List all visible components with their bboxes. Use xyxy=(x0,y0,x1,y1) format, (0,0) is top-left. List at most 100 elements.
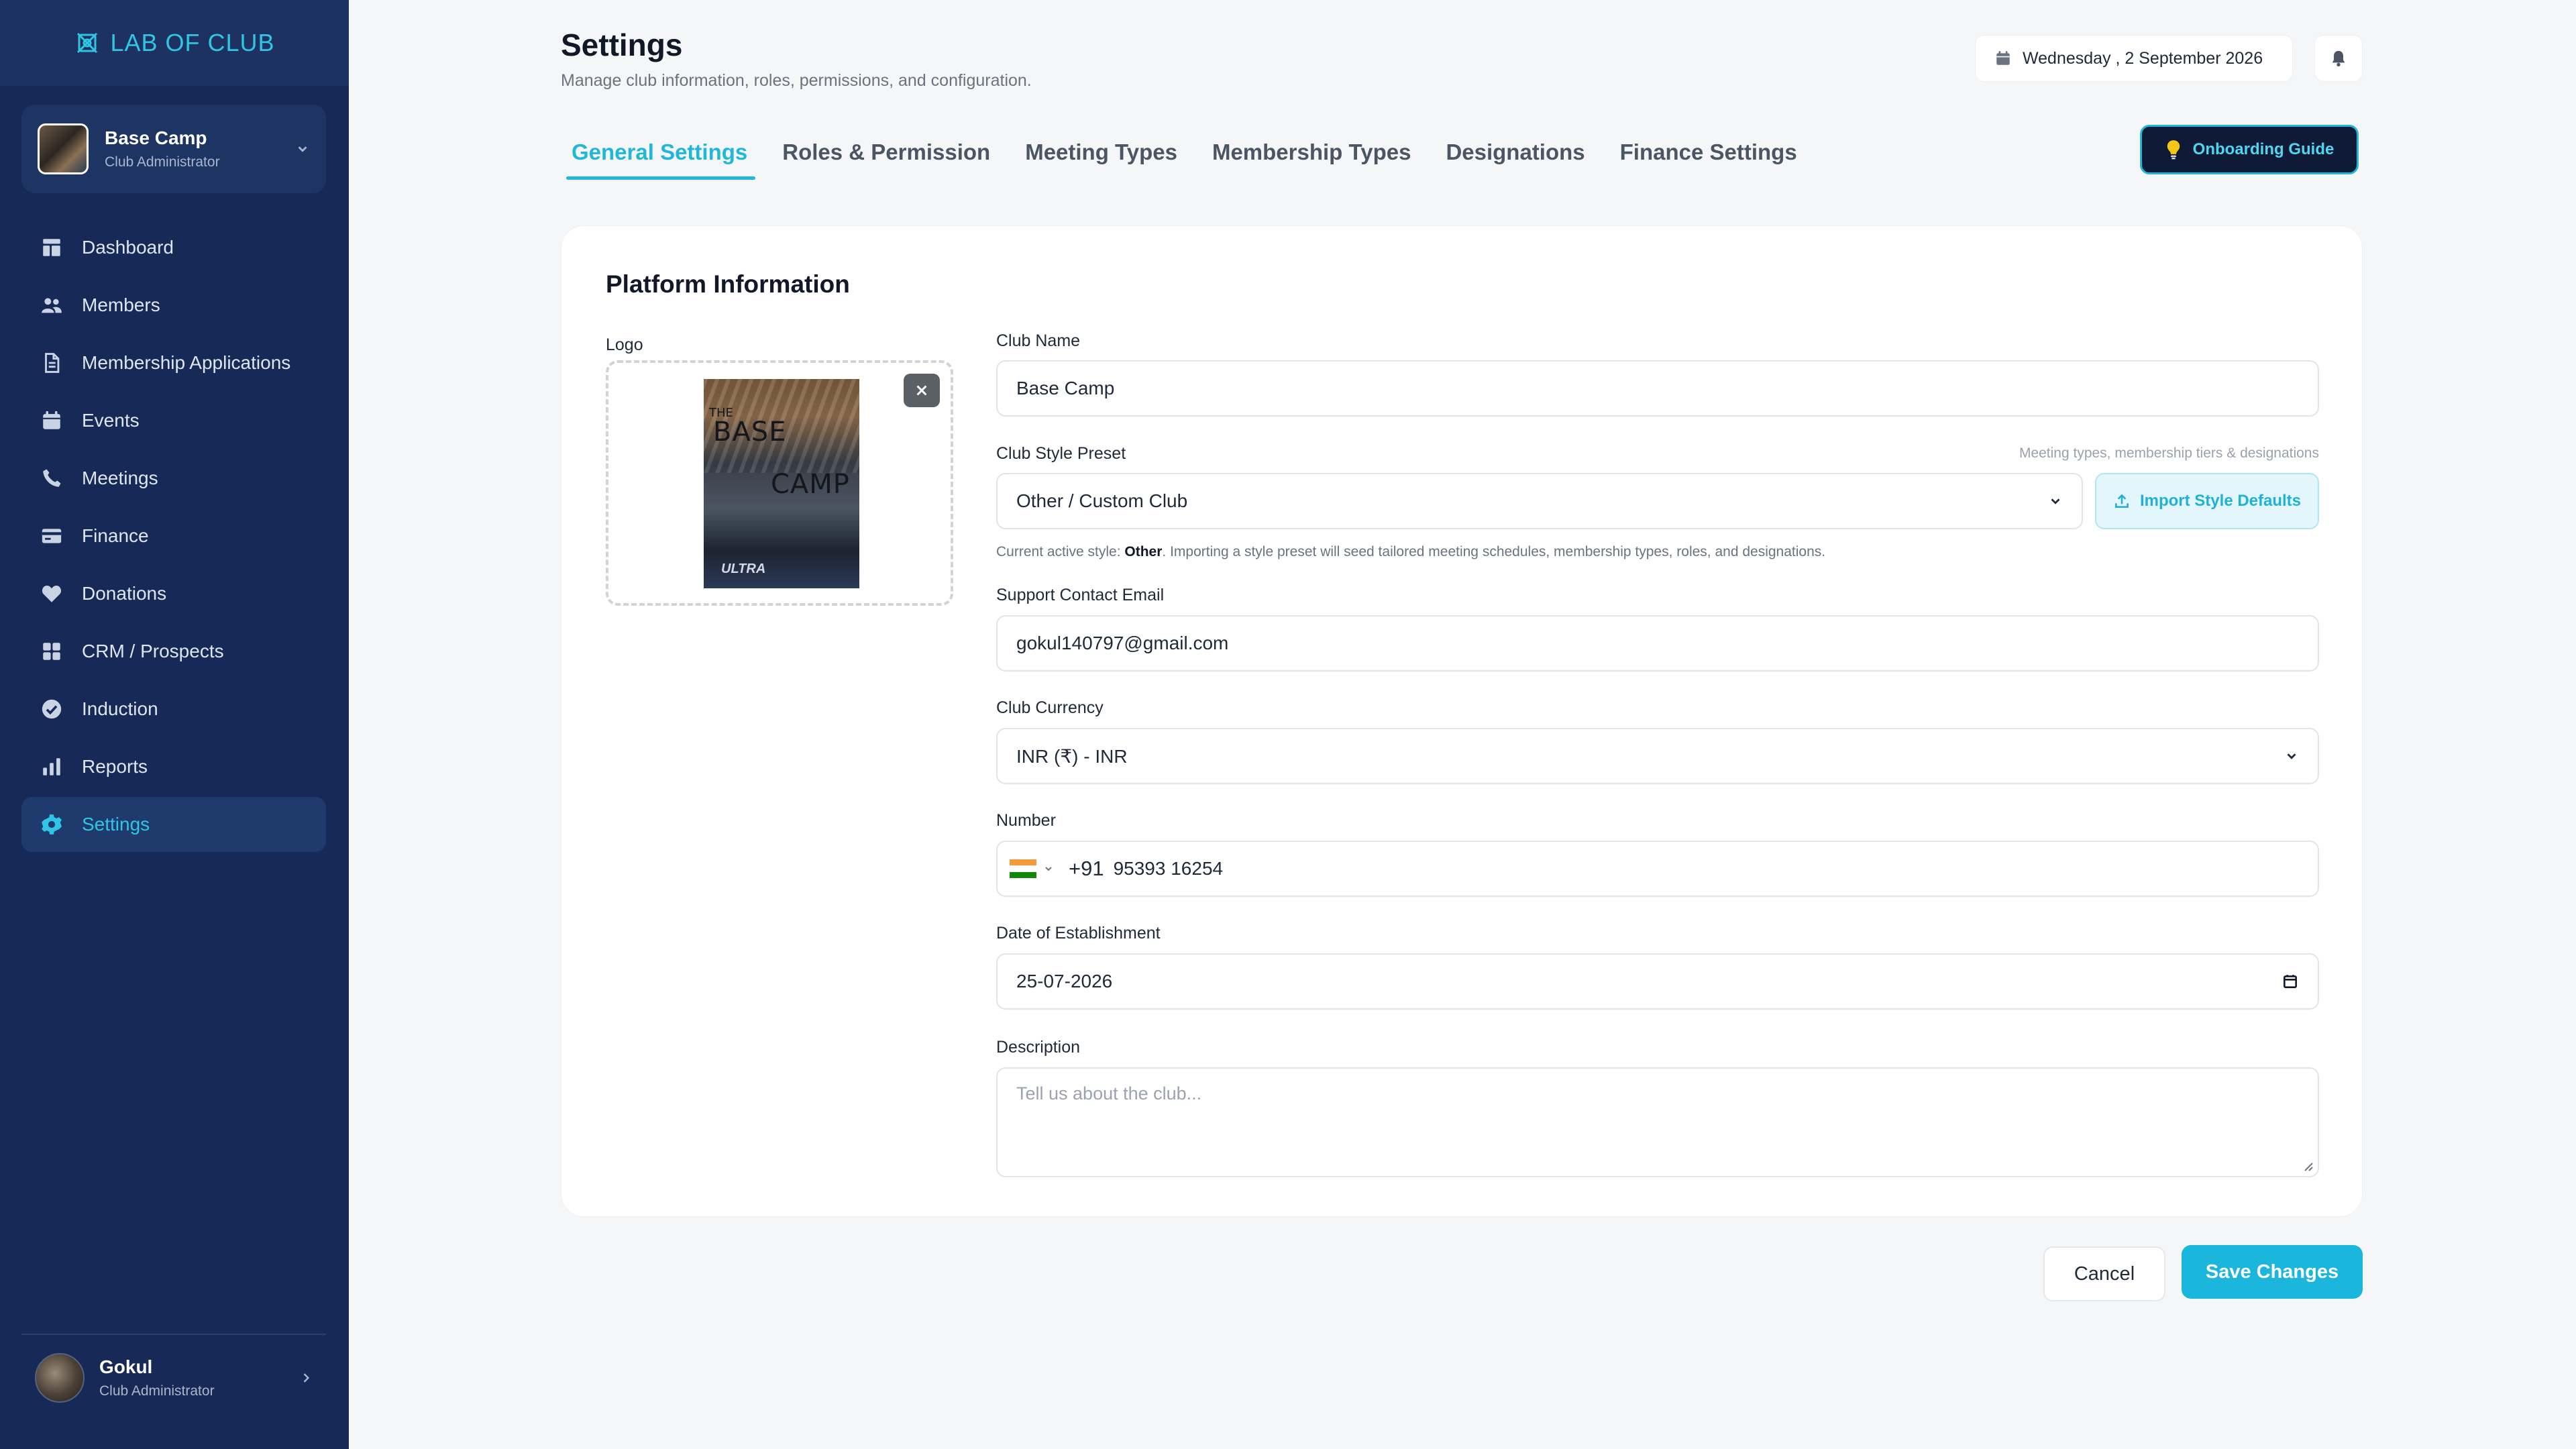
club-currency-value: INR (₹) - INR xyxy=(1016,745,1128,767)
brand-logo[interactable]: LAB OF CLUB xyxy=(0,0,349,86)
dashboard-icon xyxy=(43,239,60,256)
gear-icon xyxy=(42,814,62,835)
brand-name: LAB OF CLUB xyxy=(110,29,275,56)
save-changes-button[interactable]: Save Changes xyxy=(2182,1245,2363,1299)
chevron-down-icon xyxy=(2287,753,2296,759)
club-style-preset-label: Club Style Preset xyxy=(996,444,1126,463)
brand-mark-icon xyxy=(77,32,98,54)
phone-number-value: 95393 16254 xyxy=(1113,858,1224,879)
onboarding-guide-label: Onboarding Guide xyxy=(2192,140,2334,158)
calendar-icon xyxy=(1996,51,2010,65)
sidebar-item-label: CRM / Prospects xyxy=(82,641,224,661)
country-code-select[interactable] xyxy=(1010,859,1054,879)
club-name-input[interactable]: Base Camp xyxy=(996,360,2319,417)
calendar-icon[interactable] xyxy=(2282,973,2299,990)
active-style-name: Other xyxy=(1124,544,1163,559)
sidebar-item-meetings[interactable]: Meetings xyxy=(21,451,326,506)
user-name: Gokul xyxy=(99,1356,153,1377)
dial-code: +91 xyxy=(1069,857,1104,880)
chevron-down-icon xyxy=(1045,867,1052,871)
sidebar-item-settings[interactable]: Settings xyxy=(21,797,326,852)
chevron-down-icon xyxy=(298,146,307,152)
support-email-label: Support Contact Email xyxy=(996,586,1165,604)
sidebar-item-donations[interactable]: Donations xyxy=(21,566,326,621)
import-style-defaults-label: Import Style Defaults xyxy=(2139,492,2302,510)
sidebar-item-members[interactable]: Members xyxy=(21,278,326,333)
page-subtitle: Manage club information, roles, permissi… xyxy=(561,71,1032,90)
tab-finance-settings[interactable]: Finance Settings xyxy=(1609,127,1805,180)
remove-logo-button[interactable] xyxy=(904,374,940,407)
user-role: Club Administrator xyxy=(99,1383,215,1399)
date-of-establishment-label: Date of Establishment xyxy=(996,924,1161,943)
onboarding-guide-button[interactable]: Onboarding Guide xyxy=(2140,125,2359,174)
logo-image: THE BASE CAMP ULTRA xyxy=(704,379,859,588)
description-placeholder: Tell us about the club... xyxy=(1016,1083,1202,1104)
bell-icon xyxy=(2332,50,2345,67)
sidebar: LAB OF CLUB Base Camp Club Administrator… xyxy=(0,0,349,1449)
members-icon xyxy=(42,298,62,313)
lightbulb-icon xyxy=(2167,140,2180,160)
sidebar-item-label: Meetings xyxy=(82,468,158,488)
upload-icon xyxy=(2115,494,2129,508)
logo-image-text: ULTRA xyxy=(721,561,766,576)
chevron-down-icon xyxy=(2051,498,2060,504)
club-avatar xyxy=(38,123,89,174)
support-email-value: gokul140797@gmail.com xyxy=(1016,633,1229,653)
tab-designations[interactable]: Designations xyxy=(1435,127,1593,180)
tab-membership-types[interactable]: Membership Types xyxy=(1201,127,1419,180)
logo-label: Logo xyxy=(606,335,643,354)
sidebar-item-induction[interactable]: Induction xyxy=(21,682,326,737)
club-role: Club Administrator xyxy=(105,154,220,170)
tab-roles-permission[interactable]: Roles & Permission xyxy=(771,127,998,180)
logo-image-text: CAMP xyxy=(771,469,850,500)
tab-general-settings[interactable]: General Settings xyxy=(561,127,756,180)
credit-card-icon xyxy=(42,529,62,543)
tab-meeting-types[interactable]: Meeting Types xyxy=(1014,127,1185,180)
sidebar-item-finance[interactable]: Finance xyxy=(21,508,326,564)
heart-icon xyxy=(42,585,62,602)
phone-number-input[interactable]: +91 95393 16254 xyxy=(996,841,2319,897)
cancel-button[interactable]: Cancel xyxy=(2043,1246,2165,1301)
sidebar-item-dashboard[interactable]: Dashboard xyxy=(21,220,326,275)
card-title: Platform Information xyxy=(606,270,850,298)
logo-upload[interactable]: THE BASE CAMP ULTRA xyxy=(606,360,953,606)
sidebar-item-label: Settings xyxy=(82,814,150,835)
club-name: Base Camp xyxy=(105,127,207,148)
sidebar-item-label: Reports xyxy=(82,756,148,777)
club-name-label: Club Name xyxy=(996,331,1081,350)
club-style-preset-select[interactable]: Other / Custom Club xyxy=(996,473,2083,529)
resize-handle-icon[interactable] xyxy=(2302,1160,2314,1172)
sidebar-item-reports[interactable]: Reports xyxy=(21,739,326,794)
calendar-icon xyxy=(43,411,60,429)
bar-chart-icon xyxy=(43,758,60,775)
notifications-button[interactable] xyxy=(2314,35,2363,82)
close-icon xyxy=(916,385,927,396)
current-date: Wednesday , 2 September 2026 xyxy=(2023,48,2263,68)
date-display: Wednesday , 2 September 2026 xyxy=(1975,35,2293,82)
avatar xyxy=(35,1353,85,1403)
chevron-right-icon xyxy=(303,1373,310,1383)
sidebar-item-membership-applications[interactable]: Membership Applications xyxy=(21,335,326,390)
logo-image-text: BASE xyxy=(713,417,787,447)
sidebar-item-crm-prospects[interactable]: CRM / Prospects xyxy=(21,624,326,679)
phone-icon xyxy=(43,469,61,487)
date-of-establishment-value: 25-07-2026 xyxy=(1016,971,1113,991)
club-currency-select[interactable]: INR (₹) - INR xyxy=(996,728,2319,784)
import-style-defaults-button[interactable]: Import Style Defaults xyxy=(2095,473,2319,529)
user-profile[interactable]: Gokul Club Administrator xyxy=(21,1334,326,1421)
sidebar-nav: Dashboard Members Membership Application… xyxy=(21,220,326,855)
sidebar-item-label: Events xyxy=(82,410,140,431)
description-textarea[interactable]: Tell us about the club... xyxy=(996,1067,2319,1177)
sidebar-item-label: Donations xyxy=(82,583,167,604)
india-flag-icon xyxy=(1010,859,1036,879)
club-switcher[interactable]: Base Camp Club Administrator xyxy=(21,105,326,193)
sidebar-item-events[interactable]: Events xyxy=(21,393,326,448)
settings-tabs: General Settings Roles & Permission Meet… xyxy=(561,127,1821,180)
date-of-establishment-input[interactable]: 25-07-2026 xyxy=(996,953,2319,1010)
support-email-input[interactable]: gokul140797@gmail.com xyxy=(996,615,2319,672)
platform-information-card: Platform Information Logo THE BASE CAMP … xyxy=(561,225,2363,1217)
grid-icon xyxy=(43,643,60,660)
phone-number-label: Number xyxy=(996,811,1056,830)
style-preset-hint: Meeting types, membership tiers & design… xyxy=(2019,445,2319,461)
document-icon xyxy=(45,353,60,373)
